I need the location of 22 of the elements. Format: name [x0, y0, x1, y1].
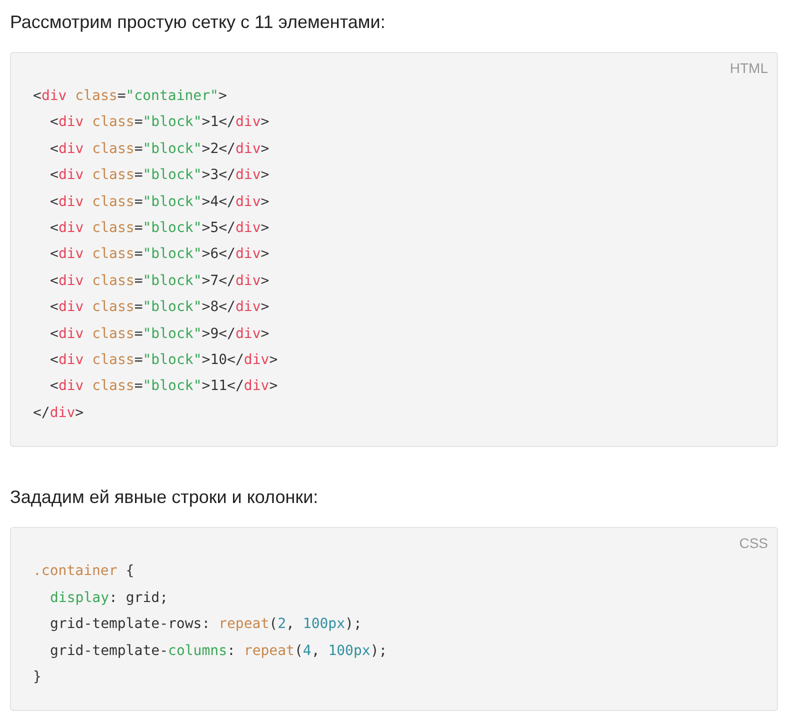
- language-label: CSS: [739, 534, 768, 554]
- code-line: <div class="block">7</div>: [50, 272, 270, 291]
- language-label: HTML: [730, 59, 768, 78]
- code-line: </div>: [33, 404, 84, 423]
- code-line: <div class="block">11</div>: [50, 377, 278, 396]
- code-line: .container {: [33, 562, 134, 582]
- code-line: <div class="block">8</div>: [50, 298, 270, 318]
- code-line: <div class="block">10</div>: [50, 351, 278, 370]
- code-line: grid-template-columns: repeat(4, 100px);: [50, 642, 388, 660]
- code-line: <div class="block">6</div>: [50, 245, 270, 264]
- code-line: <div class="container">: [33, 87, 227, 106]
- code-line: <div class="block">1</div>: [50, 113, 270, 132]
- code-line: <div class="block">5</div>: [50, 219, 270, 238]
- code-line: <div class="block">3</div>: [50, 166, 270, 186]
- section-heading: Зададим ей явные строки и колонки:: [10, 486, 320, 510]
- code-line: <div class="block">9</div>: [50, 324, 270, 344]
- section-heading: Рассмотрим простую сетку с 11 элементами:: [10, 11, 386, 34]
- code-line: grid-template-rows: repeat(2, 100px);: [50, 615, 362, 634]
- code-line: }: [33, 668, 42, 687]
- code-line: <div class="block">4</div>: [50, 192, 270, 212]
- code-line: display: grid;: [50, 588, 168, 608]
- code-line: <div class="block">2</div>: [50, 140, 270, 159]
